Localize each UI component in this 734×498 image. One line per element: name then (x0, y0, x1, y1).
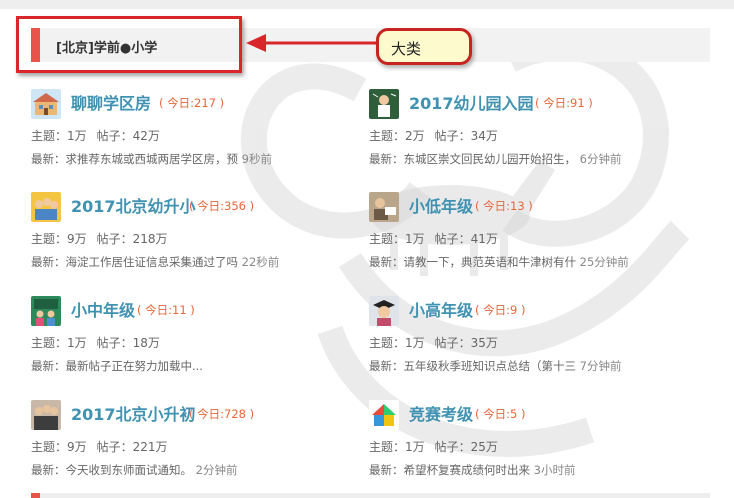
forum-item: 2017北京小升初 ( 今日:728 ) 主题：9万 帖子：221万 最新：今天收… (31, 400, 361, 480)
latest-post-link[interactable]: 最新：请教一下，典范英语和牛津树有什 (369, 255, 576, 269)
next-category-accent-bar (31, 493, 40, 498)
forum-today-count: ( 今日:5 ) (475, 407, 526, 421)
forum-latest: 最新：希望杯复赛成绩何时出来 3小时前 (369, 462, 575, 478)
forum-today-count: ( 今日:217 ) (159, 96, 225, 110)
topic-count: 主题：2万 (369, 129, 425, 143)
forum-name[interactable]: 聊聊学区房 (71, 90, 151, 114)
post-count: 帖子：18万 (96, 336, 160, 350)
kids-reading-icon[interactable] (369, 192, 399, 222)
forum-name[interactable]: 竞赛考级 (409, 401, 473, 425)
post-count: 帖子：42万 (96, 129, 160, 143)
forum-item: 2017北京幼升小 ( 今日:356 ) 主题：9万 帖子：218万 最新：海淀工… (31, 192, 361, 272)
post-count: 帖子：41万 (434, 232, 498, 246)
annotation-arrow-icon (246, 34, 376, 52)
forum-stats: 主题：1万 帖子：35万 (369, 334, 498, 351)
forum-name[interactable]: 2017北京小升初 (71, 401, 196, 425)
latest-time: 3小时前 (533, 463, 576, 477)
forum-latest: 最新：最新帖子正在努力加载中... (31, 358, 203, 374)
forum-today-count: ( 今日:9 ) (475, 303, 526, 317)
child-blackboard-icon[interactable] (369, 89, 399, 119)
next-category-header (31, 493, 710, 498)
forum-latest: 最新：海淀工作居住证信息采集通过了吗 22秒前 (31, 254, 279, 270)
forum-item: 2017幼儿园入园 ( 今日:91 ) 主题：2万 帖子：34万 最新：东城区崇文… (369, 89, 699, 169)
forum-today-count: ( 今日:91 ) (535, 96, 593, 110)
forum-stats: 主题：1万 帖子：42万 (31, 127, 160, 144)
forum-stats: 主题：1万 帖子：25万 (369, 438, 498, 455)
forum-today-count: ( 今日:13 ) (475, 199, 533, 213)
latest-post-link[interactable]: 最新：求推荐东城或西城两居学区房，预 (31, 152, 238, 166)
post-count: 帖子：35万 (434, 336, 498, 350)
forum-name[interactable]: 小低年级 (409, 193, 473, 217)
graduate-girl-icon[interactable] (369, 296, 399, 326)
topic-count: 主题：9万 (31, 440, 87, 454)
latest-time: 22秒前 (241, 255, 280, 269)
colorful-house-icon[interactable] (369, 400, 399, 430)
forum-today-count: ( 今日:356 ) (189, 199, 255, 213)
annotation-bubble: 大类 (376, 28, 472, 65)
forum-stats: 主题：1万 帖子：41万 (369, 230, 498, 247)
latest-post-link[interactable]: 最新：海淀工作居住证信息采集通过了吗 (31, 255, 238, 269)
school-building-icon[interactable] (31, 89, 61, 119)
forum-item: 小高年级 ( 今日:9 ) 主题：1万 帖子：35万 最新：五年级秋季班知识点总结… (369, 296, 699, 376)
annotation-bubble-text: 大类 (391, 40, 422, 58)
students-group-icon[interactable] (31, 400, 61, 430)
topic-count: 主题：1万 (369, 232, 425, 246)
topic-count: 主题：9万 (31, 232, 87, 246)
latest-time: 7分钟前 (579, 359, 622, 373)
topic-count: 主题：1万 (31, 336, 87, 350)
latest-post-link[interactable]: 最新：五年级秋季班知识点总结（第十三 (369, 359, 576, 373)
topic-count: 主题：1万 (369, 440, 425, 454)
forum-stats: 主题：2万 帖子：34万 (369, 127, 498, 144)
forum-name[interactable]: 小中年级 (71, 297, 135, 321)
forum-latest: 最新：五年级秋季班知识点总结（第十三 7分钟前 (369, 358, 621, 374)
post-count: 帖子：218万 (96, 232, 168, 246)
latest-time: 25分钟前 (579, 255, 629, 269)
forum-today-count: ( 今日:11 ) (137, 303, 195, 317)
forum-name[interactable]: 2017幼儿园入园 (409, 90, 534, 114)
forum-latest: 最新：东城区崇文回民幼儿园开始招生， 6分钟前 (369, 151, 621, 167)
forum-item: 聊聊学区房 ( 今日:217 ) 主题：1万 帖子：42万 最新：求推荐东城或西城… (31, 89, 361, 169)
kids-group-icon[interactable] (31, 192, 61, 222)
post-count: 帖子：34万 (434, 129, 498, 143)
forum-today-count: ( 今日:728 ) (189, 407, 255, 421)
forum-item: 小低年级 ( 今日:13 ) 主题：1万 帖子：41万 最新：请教一下，典范英语和… (369, 192, 699, 272)
latest-time: 2分钟前 (195, 463, 238, 477)
latest-time: 6分钟前 (579, 152, 622, 166)
forum-item: 竞赛考级 ( 今日:5 ) 主题：1万 帖子：25万 最新：希望杯复赛成绩何时出来… (369, 400, 699, 480)
topic-count: 主题：1万 (369, 336, 425, 350)
forum-latest: 最新：请教一下，典范英语和牛津树有什 25分钟前 (369, 254, 629, 270)
forum-stats: 主题：1万 帖子：18万 (31, 334, 160, 351)
classroom-icon[interactable] (31, 296, 61, 326)
forum-latest: 最新：今天收到东师面试通知。 2分钟前 (31, 462, 237, 478)
top-divider (0, 0, 734, 9)
annotation-highlight-box (16, 16, 242, 73)
latest-post-link[interactable]: 最新：东城区崇文回民幼儿园开始招生， (369, 152, 576, 166)
post-count: 帖子：221万 (96, 440, 168, 454)
post-count: 帖子：25万 (434, 440, 498, 454)
topic-count: 主题：1万 (31, 129, 87, 143)
latest-post-link[interactable]: 最新：今天收到东师面试通知。 (31, 463, 192, 477)
forum-stats: 主题：9万 帖子：218万 (31, 230, 168, 247)
forum-name[interactable]: 2017北京幼升小 (71, 193, 196, 217)
latest-post-link[interactable]: 最新：希望杯复赛成绩何时出来 (369, 463, 530, 477)
latest-time: 9秒前 (241, 152, 272, 166)
forum-name[interactable]: 小高年级 (409, 297, 473, 321)
forum-item: 小中年级 ( 今日:11 ) 主题：1万 帖子：18万 最新：最新帖子正在努力加载… (31, 296, 361, 376)
forum-stats: 主题：9万 帖子：221万 (31, 438, 168, 455)
latest-post-link[interactable]: 最新：最新帖子正在努力加载中... (31, 359, 203, 373)
forum-latest: 最新：求推荐东城或西城两居学区房，预 9秒前 (31, 151, 272, 167)
